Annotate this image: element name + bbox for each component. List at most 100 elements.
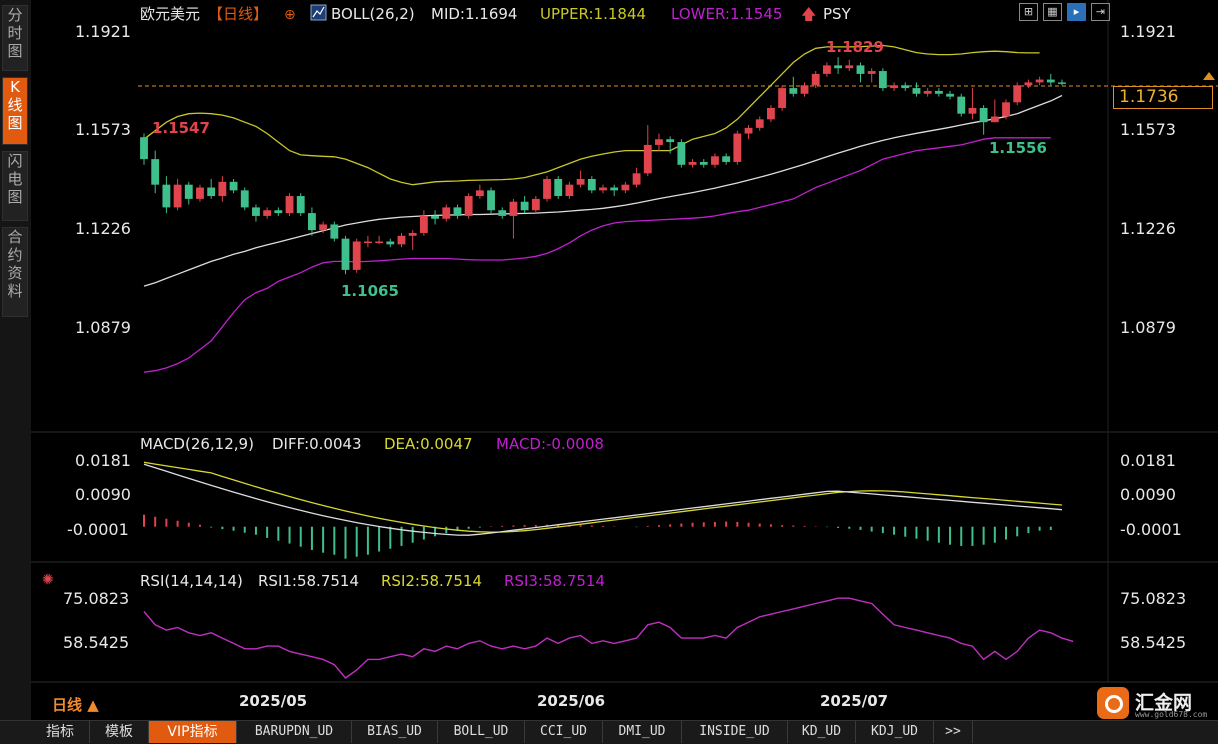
tab-more[interactable]: >>	[934, 721, 973, 743]
candle-body	[778, 88, 787, 108]
tab-dmi[interactable]: DMI_UD	[603, 721, 682, 743]
current-price-badge: 1.1736	[1113, 86, 1213, 109]
candle-body	[711, 156, 719, 165]
price-tick-right: 1.1921	[1120, 22, 1176, 41]
candle-body	[845, 65, 854, 69]
price-tick-right: 1.0879	[1120, 318, 1176, 337]
chart-canvas[interactable]: 欧元美元 【日线】 ⊕ BOLL(26,2) MID:1.1694 UPPER:…	[0, 0, 1218, 720]
candle-body	[744, 127, 753, 134]
candle-body	[800, 85, 809, 94]
cursor-icon[interactable]: ▸	[1067, 3, 1086, 21]
candle-body	[979, 107, 988, 123]
recent-low-label: 1.1556	[989, 139, 1047, 157]
candle-body	[811, 73, 820, 86]
candle-body	[901, 85, 910, 89]
logo-icon	[1097, 687, 1129, 719]
x-label-jun: 2025/06	[537, 692, 605, 710]
macd-diff: DIFF:0.0043	[272, 435, 362, 453]
psy-label[interactable]: PSY	[823, 5, 852, 23]
candle-body	[509, 201, 518, 216]
candle-body	[565, 184, 574, 197]
candle-body	[375, 241, 384, 243]
candle-body	[554, 179, 563, 197]
candle-body	[1058, 82, 1066, 84]
candle-body	[666, 139, 675, 143]
candle-body	[946, 93, 954, 97]
candle-body	[1024, 82, 1033, 86]
candle-body	[196, 187, 204, 199]
candle-body	[274, 210, 283, 214]
candle-body	[184, 184, 193, 199]
tab-boll[interactable]: BOLL_UD	[438, 721, 525, 743]
candle-body	[341, 238, 350, 270]
candle-body	[442, 207, 451, 219]
candle-body	[789, 88, 798, 94]
price-tick-left: 1.1921	[75, 22, 131, 41]
macd-tick-left: 0.0090	[75, 485, 131, 504]
candle-body	[162, 184, 171, 208]
candle-body	[733, 133, 742, 162]
candle-body	[352, 241, 361, 270]
indicator-tab-bar: 指标 模板 VIP指标 BARUPDN_UD BIAS_UD BOLL_UD C…	[0, 720, 1218, 744]
boll-mid-value: MID:1.1694	[431, 5, 517, 23]
price-tick-left: 1.1226	[75, 219, 131, 238]
tab-vip-indicator[interactable]: VIP指标	[149, 721, 237, 743]
up-arrow-icon: 🡅	[801, 5, 816, 23]
macd-tick-right: 0.0181	[1120, 451, 1176, 470]
tab-barupdn[interactable]: BARUPDN_UD	[237, 721, 352, 743]
candle-body	[1013, 85, 1022, 103]
candle-body	[431, 215, 439, 219]
tab-cci[interactable]: CCI_UD	[525, 721, 603, 743]
boll-upper-value: UPPER:1.1844	[540, 5, 646, 23]
candle-body	[229, 181, 238, 191]
candle-body	[207, 187, 216, 197]
candle-body	[968, 107, 977, 114]
tab-kd[interactable]: KD_UD	[788, 721, 856, 743]
tab-template[interactable]: 模板	[90, 721, 149, 743]
low-price-label: 1.1065	[341, 282, 399, 300]
plus-icon[interactable]: ⊕	[284, 7, 296, 23]
table-icon[interactable]: ▦	[1043, 3, 1062, 21]
high-price-label: 1.1829	[826, 38, 884, 56]
boll-lower-value: LOWER:1.1545	[671, 5, 782, 23]
candle-body	[240, 190, 249, 208]
tab-kdj[interactable]: KDJ_UD	[856, 721, 934, 743]
candle-body	[363, 241, 372, 243]
exit-icon[interactable]: ⇥	[1091, 3, 1110, 21]
macd-tick-left: -0.0001	[67, 520, 129, 539]
candle-body	[308, 213, 316, 231]
candle-body	[464, 196, 473, 216]
rsi1-value: RSI1:58.7514	[258, 572, 359, 590]
candle-body	[330, 224, 339, 239]
candle-body	[1035, 79, 1044, 83]
rsi2-value: RSI2:58.7514	[381, 572, 482, 590]
candle-body	[173, 184, 182, 208]
candle-body	[867, 71, 876, 74]
tab-bias[interactable]: BIAS_UD	[352, 721, 438, 743]
candle-body	[767, 107, 775, 120]
rsi3-value: RSI3:58.7514	[504, 572, 605, 590]
candle-body	[140, 137, 148, 160]
candle-body	[699, 161, 708, 165]
candle-body	[610, 187, 619, 191]
candle-body	[722, 156, 731, 162]
tab-inside[interactable]: INSIDE_UD	[682, 721, 788, 743]
candle-body	[263, 210, 272, 216]
grid-icon[interactable]: ⊞	[1019, 3, 1038, 21]
crosshair-icon[interactable]: ✺	[42, 572, 54, 588]
candle-body	[990, 116, 999, 123]
candle-body	[677, 142, 686, 165]
tab-indicator[interactable]: 指标	[31, 721, 90, 743]
current-price-arrow-icon	[1203, 72, 1215, 80]
candle-body	[912, 88, 921, 94]
logo-url: www.gold678.com	[1135, 710, 1208, 719]
candle-body	[531, 198, 540, 211]
candle-body	[856, 65, 865, 74]
candle-body	[487, 190, 495, 211]
macd-tick-right: 0.0090	[1120, 485, 1176, 504]
price-tick-left: 1.1573	[75, 120, 131, 139]
candle-body	[934, 90, 943, 94]
rsi-tick-left: 58.5425	[63, 633, 129, 652]
candle-body	[296, 196, 305, 214]
period-selector[interactable]: 日线 ▲	[52, 694, 99, 715]
